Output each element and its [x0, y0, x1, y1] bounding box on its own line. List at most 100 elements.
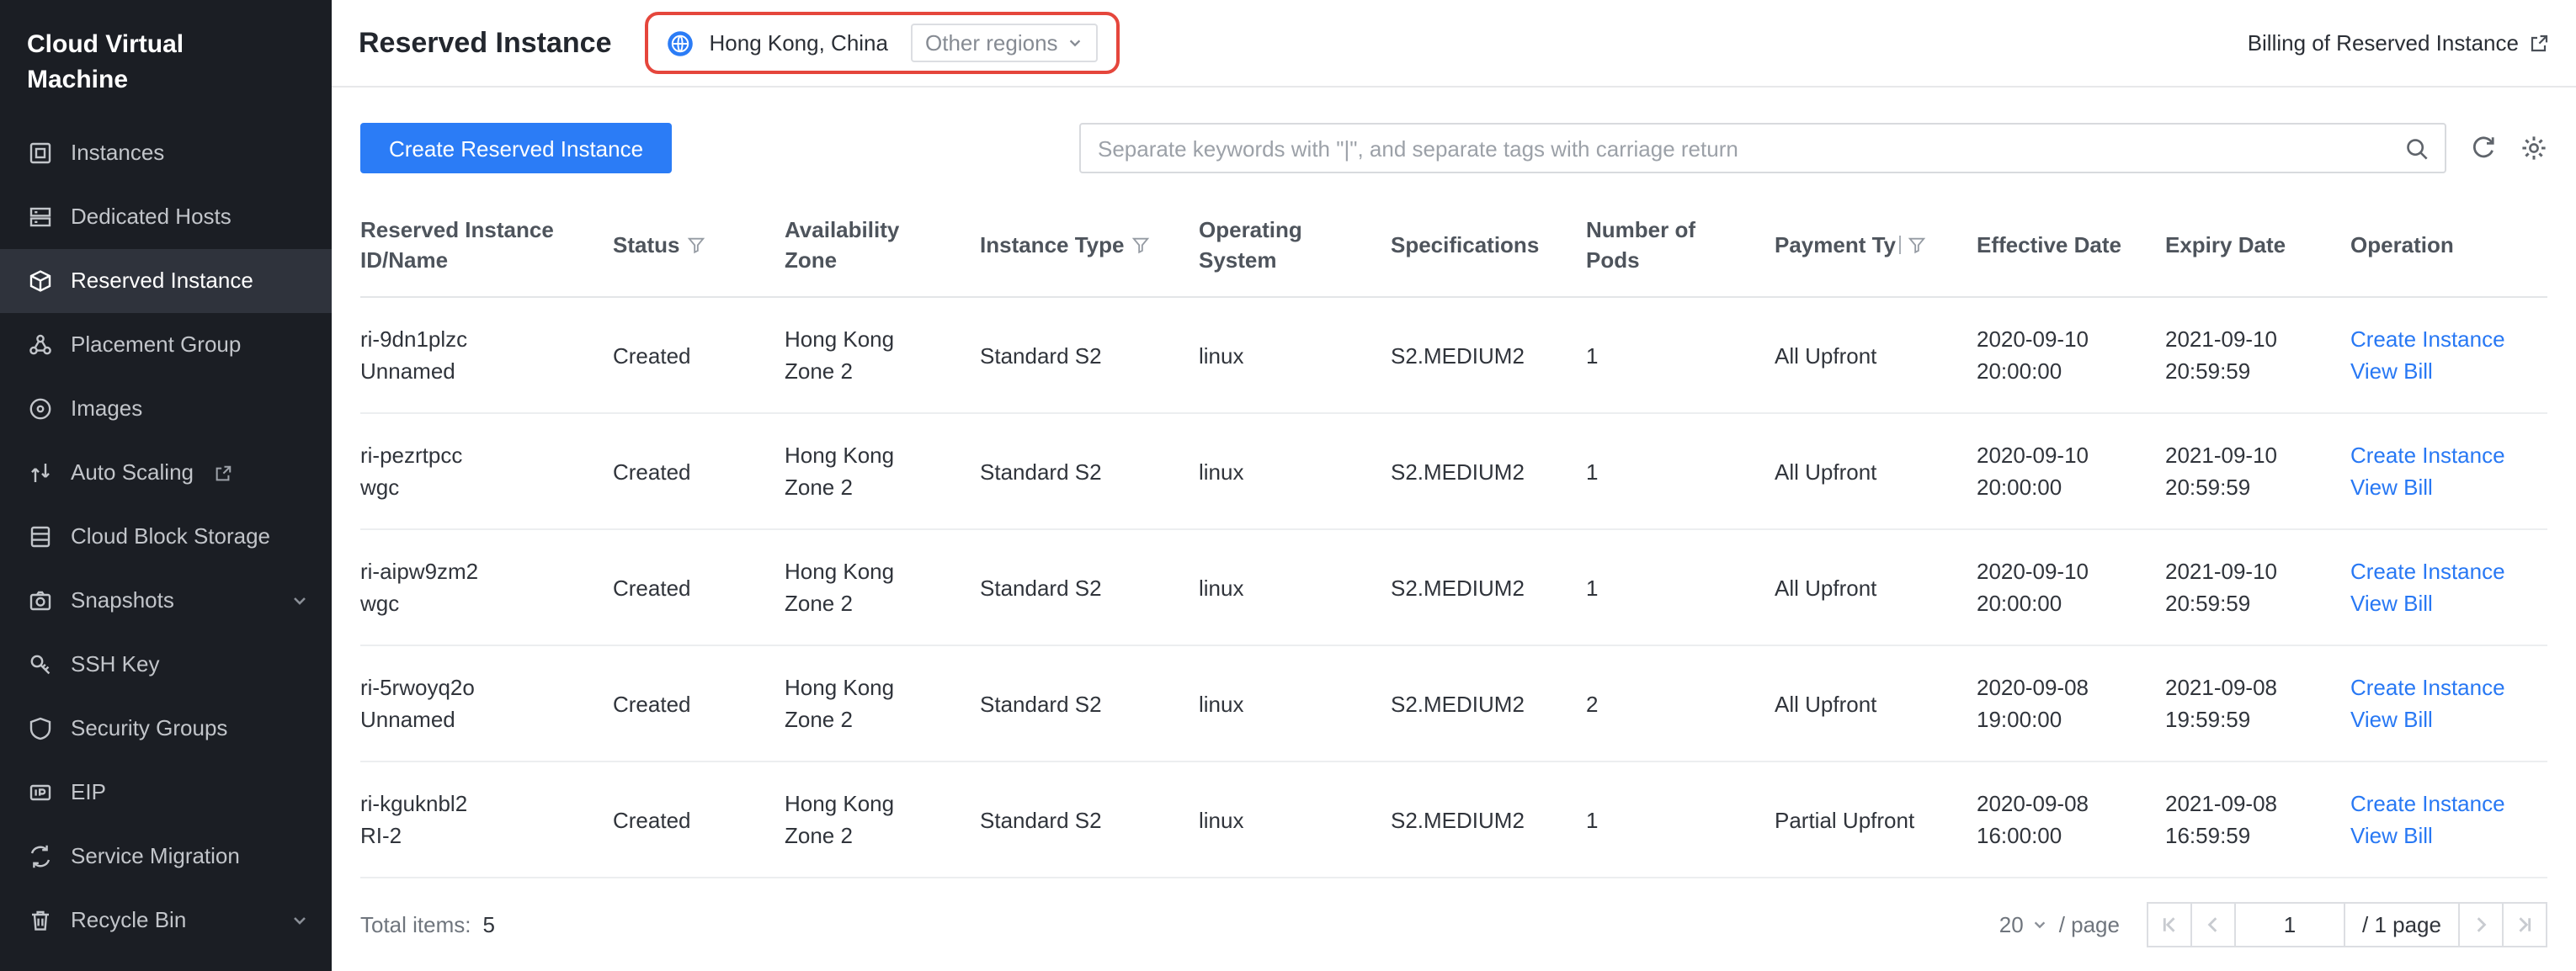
sidebar-item-eip[interactable]: EIP [0, 761, 332, 825]
dedicated-hosts-icon [27, 204, 54, 231]
cell-expiry-date: 2021-09-0819:59:59 [2165, 671, 2350, 735]
sidebar-item-recycle-bin[interactable]: Recycle Bin [0, 889, 332, 952]
sidebar-item-cloud-block-storage[interactable]: Cloud Block Storage [0, 505, 332, 569]
filter-icon[interactable] [1131, 231, 1149, 262]
view-bill-link[interactable]: View Bill [2350, 703, 2524, 735]
sidebar-item-label: SSH Key [71, 651, 160, 678]
column-header-reserved-instance-id-name: Reserved Instance ID/Name [360, 215, 613, 276]
page-nav-group: / 1 page [2147, 902, 2547, 947]
cell-payment-type: Partial Upfront [1775, 804, 1977, 836]
recycle-bin-icon [27, 907, 54, 934]
create-instance-link[interactable]: Create Instance [2350, 439, 2524, 471]
cell-instance-type: Standard S2 [980, 804, 1199, 836]
cell-payment-type: All Upfront [1775, 455, 1977, 487]
content: Create Reserved Instance [332, 88, 2576, 971]
sidebar-item-dedicated-hosts[interactable]: Dedicated Hosts [0, 185, 332, 249]
cell-expiry-date: 2021-09-0816:59:59 [2165, 788, 2350, 852]
table-row: ri-9dn1plzcUnnamedCreatedHong KongZone 2… [360, 298, 2547, 414]
column-label: Expiry Date [2165, 232, 2286, 257]
sidebar-item-images[interactable]: Images [0, 377, 332, 441]
cell-effective-date: 2020-09-1020:00:00 [1977, 323, 2165, 387]
view-bill-link[interactable]: View Bill [2350, 471, 2524, 503]
filter-icon[interactable] [1908, 231, 1926, 262]
table-footer: Total items: 5 20 / page [360, 878, 2547, 971]
billing-link[interactable]: Billing of Reserved Instance [2248, 30, 2549, 56]
cell-specifications: S2.MEDIUM2 [1391, 804, 1586, 836]
table-row: ri-pezrtpccwgcCreatedHong KongZone 2Stan… [360, 414, 2547, 530]
cell-status: Created [613, 687, 785, 719]
sidebar-item-ssh-key[interactable]: SSH Key [0, 633, 332, 697]
sidebar-item-placement-group[interactable]: Placement Group [0, 313, 332, 377]
images-icon [27, 395, 54, 422]
column-header-operating-system: Operating System [1199, 215, 1391, 276]
sidebar-item-service-migration[interactable]: Service Migration [0, 825, 332, 889]
search-input[interactable] [1081, 125, 2445, 172]
cell-effective-date: 2020-09-0819:00:00 [1977, 671, 2165, 735]
external-link-icon [214, 464, 232, 482]
column-header-payment-ty: Payment Ty [1775, 230, 1977, 262]
current-page-input[interactable] [2234, 902, 2345, 947]
region-selector[interactable]: Hong Kong, China Other regions [646, 12, 1120, 74]
create-instance-link[interactable]: Create Instance [2350, 788, 2524, 820]
column-header-effective-date: Effective Date [1977, 231, 2165, 261]
column-header-availability-zone: Availability Zone [785, 215, 980, 276]
page-size-select[interactable]: 20 [1999, 912, 2047, 937]
cell-expiry-date: 2021-09-1020:59:59 [2165, 323, 2350, 387]
globe-icon [668, 29, 695, 56]
column-label: Operating System [1199, 217, 1302, 273]
truncation-bar [1899, 235, 1901, 253]
other-regions-label: Other regions [925, 30, 1058, 56]
prev-page-button[interactable] [2190, 902, 2236, 947]
cell-operation: Create InstanceView Bill [2350, 788, 2547, 852]
sidebar-item-snapshots[interactable]: Snapshots [0, 569, 332, 633]
sidebar-nav: Instances Dedicated HostsReserved Instanc… [0, 121, 332, 952]
create-instance-link[interactable]: Create Instance [2350, 671, 2524, 703]
create-reserved-instance-button[interactable]: Create Reserved Instance [360, 123, 672, 173]
toolbar-right [1079, 123, 2547, 173]
create-instance-link[interactable]: Create Instance [2350, 323, 2524, 355]
last-page-button[interactable] [2502, 902, 2547, 947]
refresh-icon[interactable] [2470, 135, 2497, 162]
search-icon[interactable] [2404, 135, 2430, 161]
chevron-down-icon [2032, 917, 2047, 932]
cell-number-of-pods: 1 [1586, 455, 1775, 487]
cell-operating-system: linux [1199, 804, 1391, 836]
next-page-button[interactable] [2458, 902, 2504, 947]
cell-operating-system: linux [1199, 339, 1391, 371]
ssh-key-icon [27, 651, 54, 678]
sidebar-item-instances[interactable]: Instances [0, 121, 332, 185]
cell-number-of-pods: 2 [1586, 687, 1775, 719]
sidebar-item-auto-scaling[interactable]: Auto Scaling [0, 441, 332, 505]
cell-status: Created [613, 804, 785, 836]
cell-operating-system: linux [1199, 455, 1391, 487]
other-regions-dropdown[interactable]: Other regions [910, 24, 1099, 62]
sidebar-item-label: EIP [71, 779, 106, 806]
sidebar: Cloud Virtual Machine InstancesDedicated… [0, 0, 332, 971]
cell-specifications: S2.MEDIUM2 [1391, 339, 1586, 371]
instances-icon [27, 140, 54, 167]
column-label: Availability Zone [785, 217, 899, 273]
view-bill-link[interactable]: View Bill [2350, 355, 2524, 387]
create-instance-link[interactable]: Create Instance [2350, 555, 2524, 587]
cell-instance-type: Standard S2 [980, 455, 1199, 487]
sidebar-item-label: Instances [71, 140, 164, 167]
sidebar-item-label: Auto Scaling [71, 459, 194, 486]
filter-icon[interactable] [686, 231, 705, 262]
page-root: Cloud Virtual Machine InstancesDedicated… [0, 0, 2576, 971]
view-bill-link[interactable]: View Bill [2350, 587, 2524, 619]
sidebar-item-reserved-instance[interactable]: Reserved Instance [0, 249, 332, 313]
service-migration-icon [27, 843, 54, 870]
table-header-row: Reserved Instance ID/NameStatusAvailabil… [360, 209, 2547, 298]
column-header-number-of-pods: Number of Pods [1586, 215, 1775, 276]
first-page-button[interactable] [2147, 902, 2192, 947]
view-bill-link[interactable]: View Bill [2350, 820, 2524, 852]
sidebar-item-security-groups[interactable]: Security Groups [0, 697, 332, 761]
cell-status: Created [613, 571, 785, 603]
gear-icon[interactable] [2520, 135, 2547, 162]
cell-instance-type: Standard S2 [980, 687, 1199, 719]
cell-availability-zone: Hong KongZone 2 [785, 555, 980, 619]
chevron-down-icon [291, 912, 308, 929]
pagination: 20 / page [1999, 902, 2547, 947]
page-size-value: 20 [1999, 912, 2024, 937]
column-header-status: Status [613, 230, 785, 262]
